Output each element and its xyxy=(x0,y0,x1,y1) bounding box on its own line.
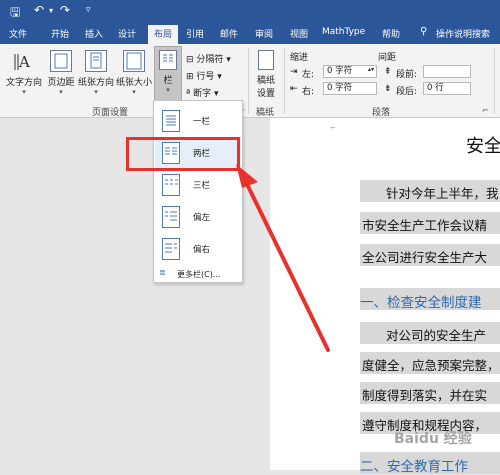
annotation-arrow xyxy=(236,164,330,352)
